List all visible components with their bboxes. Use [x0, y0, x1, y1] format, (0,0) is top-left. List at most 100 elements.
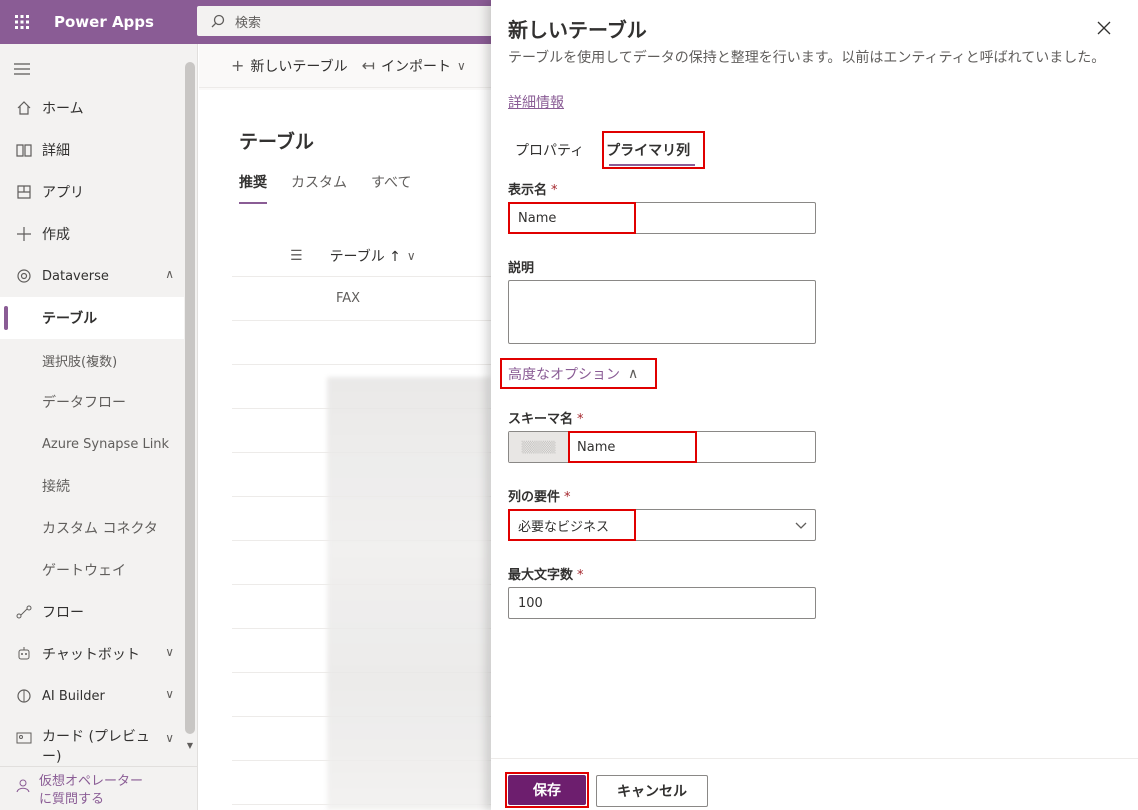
description-textarea[interactable] — [508, 280, 816, 344]
search-box[interactable]: 検索 — [197, 6, 497, 36]
schema-prefix: ▒▒▒▒ — [509, 432, 569, 462]
max-chars-input[interactable]: 100 — [508, 587, 816, 619]
main-area: + 新しいテーブル ↤ インポート ∨ テーブル 推奨 カスタム すべて ☰ テ… — [199, 44, 491, 810]
nav-item-cards[interactable]: カード (プレビュー) ∨ — [0, 717, 184, 767]
nav-label: カード (プレビュー) — [42, 729, 150, 765]
learn-more-link[interactable]: 詳細情報 — [508, 92, 564, 112]
nav-item-create[interactable]: 作成 — [0, 213, 184, 255]
nav-item-custom-connectors[interactable]: カスタム コネクタ — [0, 507, 184, 549]
tab-properties[interactable]: プロパティ — [515, 140, 584, 166]
search-icon — [211, 14, 225, 28]
nav-label: ゲートウェイ — [42, 563, 126, 579]
highlight-box — [568, 431, 697, 463]
nav-item-ai-builder[interactable]: AI Builder ∨ — [0, 675, 184, 717]
description-label: 説明 — [508, 261, 535, 276]
nav-label: データフロー — [42, 395, 126, 411]
import-icon: ↤ — [361, 56, 375, 75]
nav-item-apps[interactable]: アプリ — [0, 171, 184, 213]
table-pivots: 推奨 カスタム すべて — [239, 172, 435, 204]
nav-item-flows[interactable]: フロー — [0, 591, 184, 633]
nav-item-connections[interactable]: 接続 — [0, 465, 184, 507]
requirement-label-text: 列の要件 — [508, 490, 561, 505]
nav-label: 選択肢(複数) — [42, 354, 118, 370]
panel-title: 新しいテーブル — [508, 18, 647, 42]
table-row-name: FAX — [336, 291, 361, 306]
cancel-button[interactable]: キャンセル — [596, 775, 708, 807]
plus-icon — [15, 225, 33, 243]
apps-icon — [15, 183, 33, 201]
chevron-up-icon: ∧ — [165, 267, 174, 281]
virtual-agent-label: 仮想オペレーター に質問する — [39, 774, 144, 807]
nav-item-learn[interactable]: 詳細 — [0, 129, 184, 171]
nav-scrollbar[interactable] — [185, 62, 195, 734]
nav-item-chatbots[interactable]: チャットボット ∨ — [0, 633, 184, 675]
nav-item-dataflows[interactable]: データフロー — [0, 381, 184, 423]
command-bar: + 新しいテーブル ↤ インポート ∨ — [199, 44, 491, 88]
highlight-box — [500, 358, 657, 389]
search-placeholder: 検索 — [235, 15, 262, 31]
book-icon — [15, 141, 33, 159]
nav-label: カスタム コネクタ — [42, 521, 158, 537]
nav-item-tables[interactable]: テーブル — [0, 297, 184, 339]
tables-content: テーブル 推奨 カスタム すべて ☰ テーブル ↑ ∨ FAX — [199, 90, 491, 810]
nav-label: アプリ — [42, 185, 84, 201]
close-icon[interactable] — [1094, 18, 1114, 38]
table-column-name[interactable]: テーブル ↑ — [330, 246, 401, 266]
schema-name-label-text: スキーマ名 — [508, 412, 574, 427]
nav-label: 詳細 — [42, 143, 70, 159]
nav-label: チャットボット — [42, 647, 140, 663]
import-command[interactable]: ↤ インポート ∨ — [362, 56, 472, 76]
import-label: インポート — [380, 58, 451, 75]
max-chars-label-text: 最大文字数 — [508, 568, 574, 583]
chevron-down-icon — [795, 519, 807, 534]
pivot-custom[interactable]: カスタム — [291, 172, 347, 204]
table-row[interactable]: FAX — [232, 277, 491, 321]
app-title[interactable]: Power Apps — [54, 13, 154, 31]
pivot-recommended[interactable]: 推奨 — [239, 172, 267, 204]
nav-label: フロー — [42, 605, 84, 621]
max-chars-label: 最大文字数 * — [508, 568, 584, 583]
dataverse-icon — [15, 267, 33, 285]
highlight-box — [505, 772, 589, 808]
nav-item-gateways[interactable]: ゲートウェイ — [0, 549, 184, 591]
blurred-table-names — [327, 377, 491, 810]
display-name-label: 表示名 * — [508, 183, 558, 198]
nav-label: AI Builder — [42, 688, 105, 704]
panel-description: テーブルを使用してデータの保持と整理を行います。以前はエンティティと呼ばれていま… — [508, 50, 1106, 66]
nav-label: Azure Synapse Link — [42, 436, 170, 452]
nav-label: 作成 — [42, 227, 70, 243]
nav-item-home[interactable]: ホーム — [0, 87, 184, 129]
chevron-down-icon: ∨ — [406, 248, 416, 263]
panel-footer: 保存 キャンセル — [491, 758, 1138, 810]
bot-icon — [15, 645, 33, 663]
nav-item-choices[interactable]: 選択肢(複数) — [0, 339, 184, 381]
home-icon — [15, 99, 33, 117]
card-icon — [15, 729, 33, 747]
hamburger-menu-icon[interactable] — [14, 60, 30, 79]
pivot-all[interactable]: すべて — [371, 172, 411, 204]
table-column-header: ☰ テーブル ↑ ∨ — [232, 235, 491, 277]
chevron-down-icon: ∨ — [165, 731, 174, 745]
page-title: テーブル — [239, 131, 314, 153]
chevron-down-icon: ∨ — [456, 58, 466, 73]
highlight-box — [508, 509, 636, 541]
plus-icon: + — [231, 56, 245, 75]
left-navigation: ホーム 詳細 アプリ 作成 Dataverse ∧ テーブル 選択肢(複数) デ… — [0, 44, 198, 810]
new-table-panel: 新しいテーブル テーブルを使用してデータの保持と整理を行います。以前はエンティテ… — [491, 0, 1138, 810]
app-launcher-icon[interactable] — [0, 0, 44, 44]
highlight-box — [508, 202, 636, 234]
table-row[interactable] — [232, 321, 491, 365]
nav-item-azure-synapse-link[interactable]: Azure Synapse Link — [0, 423, 184, 465]
nav-item-dataverse[interactable]: Dataverse ∧ — [0, 255, 184, 297]
virtual-agent-button[interactable]: 仮想オペレーター に質問する — [0, 766, 197, 810]
scroll-down-icon[interactable]: ▼ — [187, 741, 193, 750]
new-table-command[interactable]: + 新しいテーブル — [231, 56, 348, 76]
chevron-down-icon: ∨ — [165, 687, 174, 701]
nav-label: Dataverse — [42, 268, 109, 284]
nav-label: ホーム — [42, 101, 84, 117]
nav-label: テーブル — [42, 311, 98, 327]
list-icon[interactable]: ☰ — [290, 248, 303, 264]
max-chars-value: 100 — [518, 595, 543, 611]
new-table-label: 新しいテーブル — [250, 58, 348, 75]
nav-label: 接続 — [42, 479, 70, 495]
